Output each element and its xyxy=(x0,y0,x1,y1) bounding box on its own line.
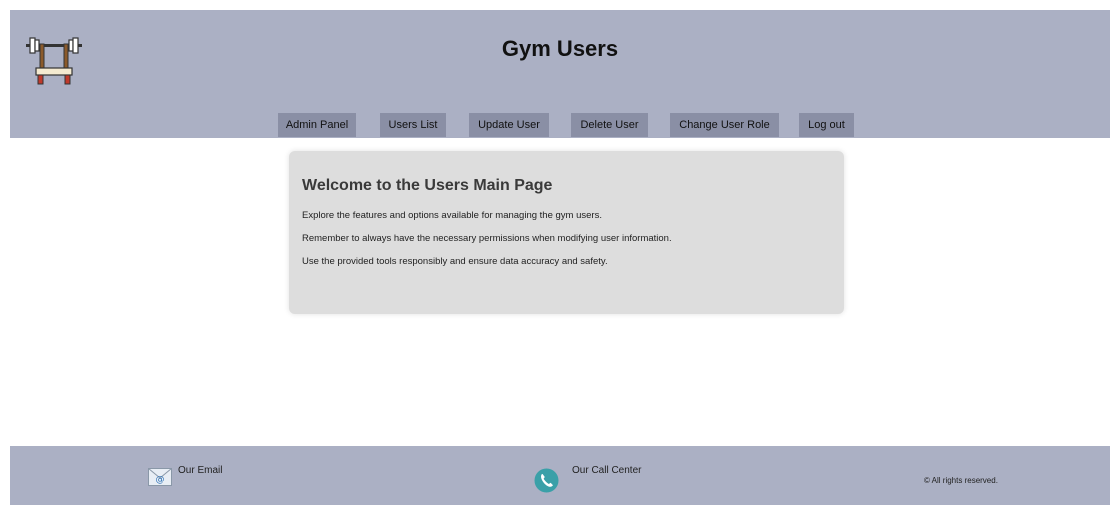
page-title: Gym Users xyxy=(501,36,619,61)
nav-update-user-button[interactable]: Update User xyxy=(469,113,549,137)
welcome-text-line: Use the provided tools responsibly and e… xyxy=(302,256,608,267)
welcome-heading: Welcome to the Users Main Page xyxy=(302,177,553,194)
footer-email-link[interactable]: Our Email xyxy=(178,465,222,476)
welcome-text-line: Explore the features and options availab… xyxy=(302,210,602,221)
nav-log-out-button[interactable]: Log out xyxy=(799,113,854,137)
site-footer: @ Our Email Our Call Center © All rights… xyxy=(10,446,1110,505)
footer-call-center-link[interactable]: Our Call Center xyxy=(572,465,641,476)
welcome-text-line: Remember to always have the necessary pe… xyxy=(302,233,672,244)
svg-text:@: @ xyxy=(156,475,165,485)
nav-change-user-role-button[interactable]: Change User Role xyxy=(670,113,779,137)
nav-users-list-button[interactable]: Users List xyxy=(380,113,446,137)
site-header: Gym Users Admin Panel Users List Update … xyxy=(10,10,1110,138)
phone-icon xyxy=(534,468,559,493)
nav-delete-user-button[interactable]: Delete User xyxy=(571,113,648,137)
copyright-text: © All rights reserved. xyxy=(924,476,998,485)
email-icon: @ xyxy=(148,468,172,486)
nav-admin-panel-button[interactable]: Admin Panel xyxy=(278,113,356,137)
welcome-card: Welcome to the Users Main Page Explore t… xyxy=(289,151,844,314)
